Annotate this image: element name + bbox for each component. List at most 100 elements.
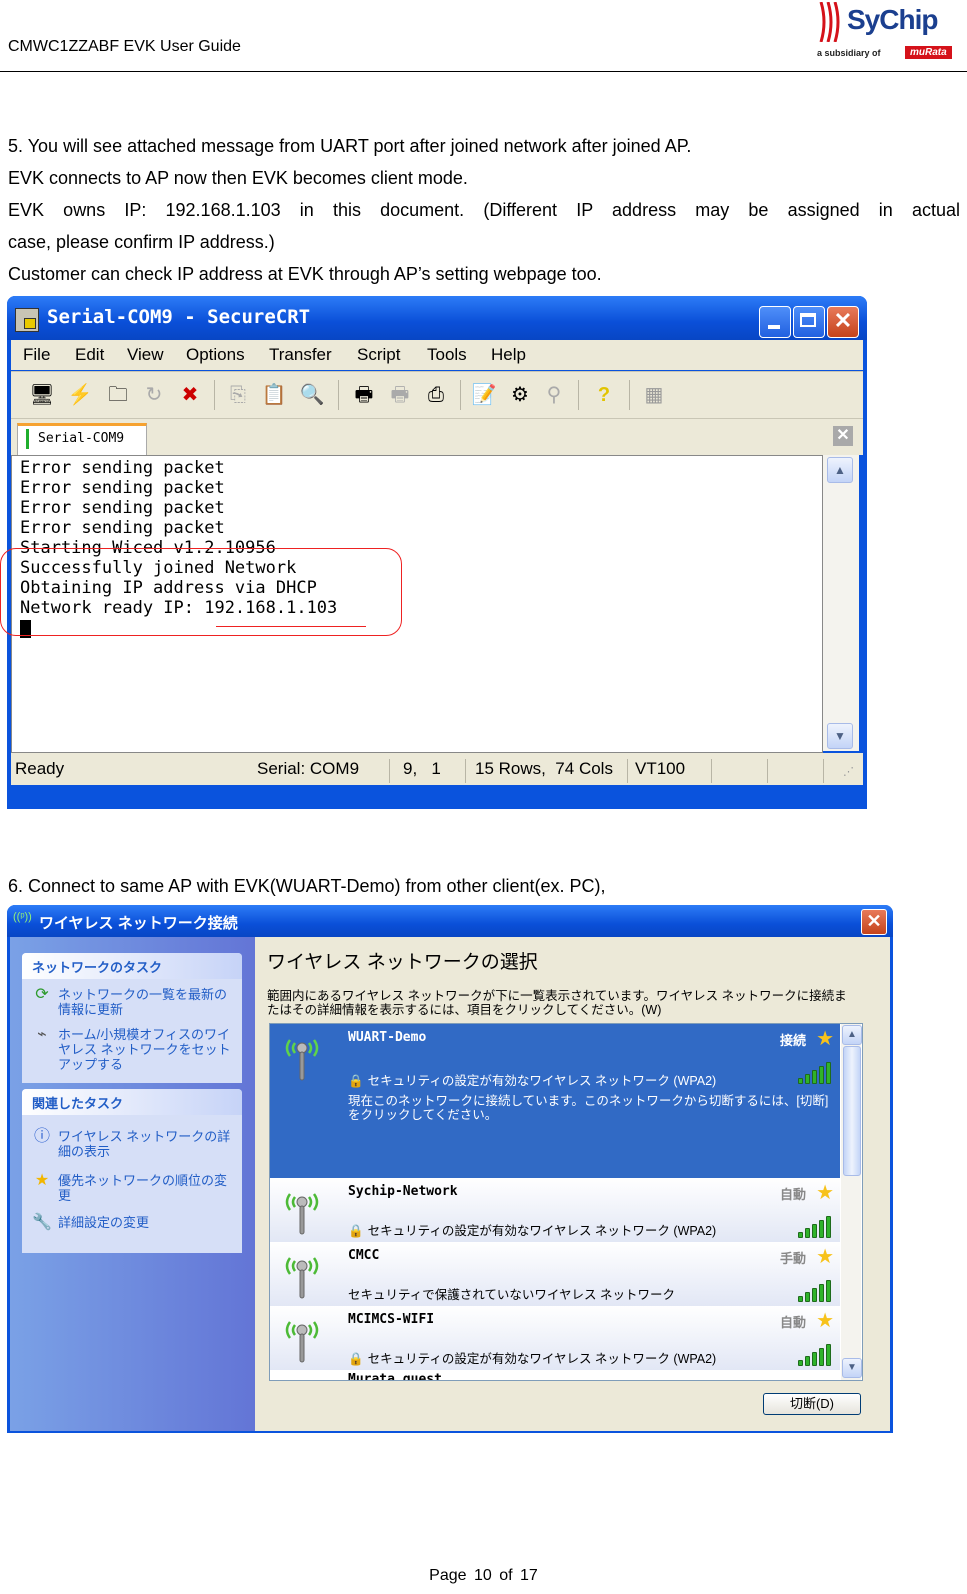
session-tabbar: Serial-COM9 ✕ [11, 418, 863, 456]
disconnect-button[interactable]: 切断(D) [763, 1393, 861, 1415]
close-button[interactable]: ✕ [861, 909, 887, 935]
step6-text: 6. Connect to same AP with EVK(WUART-Dem… [8, 876, 606, 896]
resize-grip-icon[interactable]: ⋰ [843, 765, 854, 778]
status-size: 15 Rows, 74 Cols [475, 759, 613, 778]
network-security: 🔒 セキュリティの設定が有効なワイヤレス ネットワーク (WPA2) [348, 1224, 717, 1238]
tab-serial-com9[interactable]: Serial-COM9 [17, 423, 147, 456]
connect-icon[interactable]: 🖥 [29, 382, 55, 408]
scroll-down-icon[interactable]: ▼ [842, 1358, 862, 1378]
signal-strength-icon [798, 1344, 832, 1366]
task-pane: ネットワークのタスク ⟳ ネットワークの一覧を最新の情報に更新 ⌁ ホーム/小規… [10, 937, 255, 1431]
step5-text: 5. You will see attached message from UA… [8, 130, 960, 290]
signal-strength-icon [798, 1280, 832, 1302]
network-item-cmcc[interactable]: CMCC 手動 ★ セキュリティで保護されていないワイヤレス ネットワーク [270, 1242, 840, 1306]
status-separator [823, 759, 824, 783]
signal-strength-icon [798, 1062, 832, 1084]
close-tab-icon[interactable]: ✕ [833, 426, 853, 446]
disconnect-icon[interactable]: ✖ [177, 382, 203, 408]
network-tasks-header: ネットワークのタスク [22, 953, 242, 979]
close-button[interactable]: ✕ [827, 306, 859, 338]
menu-edit[interactable]: Edit [75, 345, 104, 365]
wireless-antenna-icon [285, 1257, 319, 1299]
step5-line: 5. You will see attached message from UA… [8, 136, 692, 156]
toolbar-separator [629, 380, 630, 410]
network-status: 自動 [779, 1187, 806, 1202]
logo-brand: SyChip [847, 4, 938, 35]
choose-network-heading: ワイヤレス ネットワークの選択 [267, 952, 538, 973]
menu-help[interactable]: Help [491, 345, 526, 365]
key-icon[interactable]: ⚲ [541, 382, 567, 408]
preferred-star-icon: ★ [816, 1182, 834, 1204]
network-connected-message: 現在このネットワークに接続しています。このネットワークから切断するには、[切断]… [348, 1094, 829, 1122]
router-icon: ⌁ [37, 1026, 47, 1043]
minimize-button[interactable] [759, 306, 791, 338]
lock-icon: 🔒 [348, 1352, 364, 1366]
tab-label: Serial-COM9 [38, 431, 125, 446]
step5-line: case, please confirm IP address.) [8, 232, 275, 252]
securecrt-titlebar[interactable]: Serial-COM9 - SecureCRT ✕ [7, 296, 867, 340]
copy-icon[interactable]: ⎘ [225, 382, 251, 408]
preferred-star-icon: ★ [816, 1028, 834, 1050]
lock-icon: 🔒 [348, 1224, 364, 1238]
toolbar-separator [214, 380, 215, 410]
print-screen-icon[interactable]: 🖶 [351, 382, 377, 408]
network-item-wuart-demo[interactable]: WUART-Demo 接続 ★ 🔒 セキュリティの設定が有効なワイヤレス ネットワ… [270, 1024, 840, 1178]
sychip-logo: SyChip a subsidiary of muRata [815, 2, 955, 64]
printer-icon[interactable]: ⎙ [423, 382, 449, 408]
menu-tools[interactable]: Tools [427, 345, 467, 365]
sftp-icon[interactable]: ⚙ [507, 382, 533, 408]
quick-connect-icon[interactable]: ⚡ [67, 382, 93, 408]
scroll-down-icon[interactable]: ▼ [827, 723, 853, 749]
network-ssid: CMCC [348, 1248, 380, 1263]
status-separator [767, 759, 768, 783]
network-security: セキュリティで保護されていないワイヤレス ネットワーク [348, 1288, 675, 1302]
network-ssid: Sychip-Network [348, 1184, 458, 1199]
connect-tab-icon[interactable]: 🗀 [105, 382, 131, 408]
paste-icon[interactable]: 📋 [261, 382, 287, 408]
network-item-mcimcs-wifi[interactable]: MCIMCS-WIFI 自動 ★ 🔒 セキュリティの設定が有効なワイヤレス ネット… [270, 1306, 840, 1370]
status-separator [711, 759, 712, 783]
page-number: Page 10 of 17 [429, 1567, 538, 1584]
toolbar-separator [578, 380, 579, 410]
menu-view[interactable]: View [127, 345, 164, 365]
status-emulation: VT100 [635, 759, 686, 778]
menu-script[interactable]: Script [357, 345, 400, 365]
reconnect-icon[interactable]: ↻ [141, 382, 167, 408]
star-icon: ★ [34, 1172, 50, 1189]
menu-transfer[interactable]: Transfer [269, 345, 332, 365]
menu-file[interactable]: File [23, 345, 50, 365]
network-status: 手動 [779, 1251, 806, 1266]
terminal-scrollbar[interactable]: ▲ ▼ [823, 455, 859, 751]
window-title: Serial-COM9 - SecureCRT [47, 306, 311, 328]
scroll-up-icon[interactable]: ▲ [842, 1025, 862, 1045]
network-item-sychip-network[interactable]: Sychip-Network 自動 ★ 🔒 セキュリティの設定が有効なワイヤレス … [270, 1178, 840, 1242]
menu-options[interactable]: Options [186, 345, 245, 365]
network-list: WUART-Demo 接続 ★ 🔒 セキュリティの設定が有効なワイヤレス ネットワ… [269, 1023, 863, 1381]
maximize-icon [800, 313, 816, 327]
network-item-murata-guest[interactable]: Murata_guest [270, 1370, 840, 1380]
logo-tagline: a subsidiary of [817, 48, 881, 58]
network-list-scrollbar[interactable]: ▲ ▼ [841, 1024, 862, 1380]
window-title: ワイヤレス ネットワーク接続 [39, 915, 238, 932]
scrollbar-thumb[interactable] [843, 1046, 861, 1176]
print-selection-icon[interactable]: 🖶 [387, 382, 413, 408]
wireless-titlebar[interactable]: ((ᵖ)) ワイヤレス ネットワーク接続 ✕ [7, 905, 893, 937]
step5-line: EVK owns IP: 192.168.1.103 in this docum… [8, 200, 960, 220]
maximize-button[interactable] [793, 306, 825, 338]
preferred-star-icon: ★ [816, 1310, 834, 1332]
help-icon[interactable]: ? [591, 382, 617, 408]
choose-network-description: 範囲内にあるワイヤレス ネットワークが下に一覧表示されています。ワイヤレス ネッ… [267, 989, 847, 1017]
status-separator [627, 759, 628, 783]
toolbar: 🖥 ⚡ 🗀 ↻ ✖ ⎘ 📋 🔍 🖶 🖶 ⎙ 📝 ⚙ ⚲ ? ▦ [11, 371, 863, 418]
minimize-icon [768, 325, 780, 329]
terminal-line: Error sending packet [20, 498, 225, 518]
ip-underline-annotation [216, 626, 366, 627]
keymap-icon[interactable]: ▦ [641, 382, 667, 408]
session-options-icon[interactable]: 📝 [471, 382, 497, 408]
network-ssid: WUART-Demo [348, 1030, 427, 1045]
logo-waves-icon [819, 2, 840, 42]
related-tasks-box: 関連したタスク ⓘ ワイヤレス ネットワークの詳細の表示 ★ 優先ネットワークの… [22, 1089, 242, 1253]
find-icon[interactable]: 🔍 [299, 382, 325, 408]
scroll-up-icon[interactable]: ▲ [827, 457, 853, 483]
status-port: Serial: COM9 [257, 759, 360, 778]
